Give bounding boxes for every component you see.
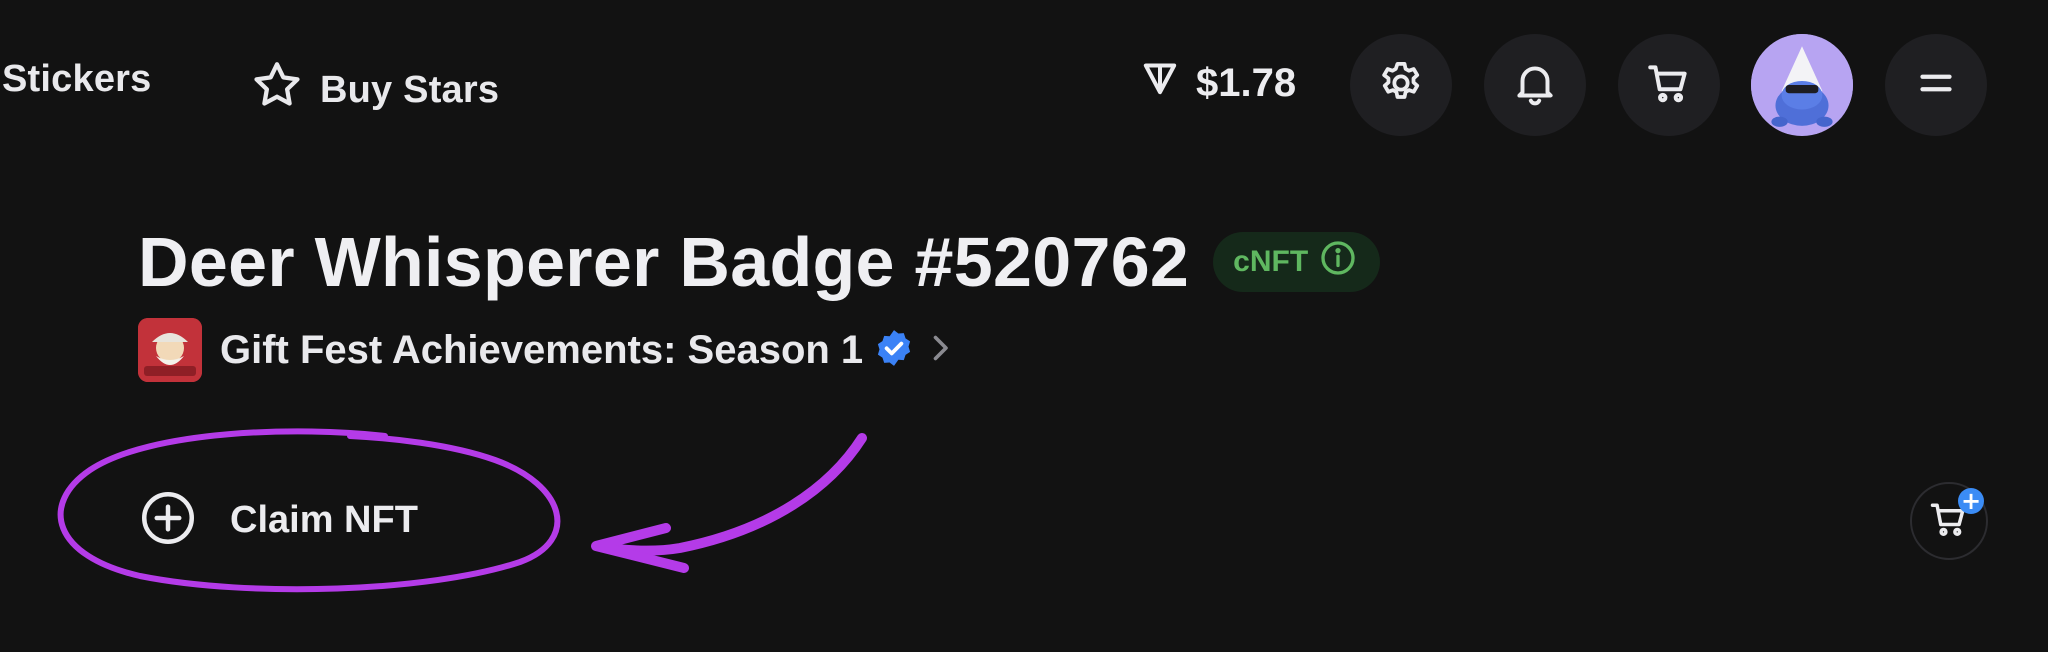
avatar [1751,34,1853,136]
cart-button[interactable] [1618,34,1720,136]
bell-icon [1510,58,1560,113]
chevron-right-icon [915,330,955,371]
balance-value: $1.78 [1196,60,1297,105]
collection-name: Gift Fest Achievements: Season 1 [220,327,864,372]
item-title-row: Deer Whisperer Badge #520762 cNFT [138,222,1381,302]
cnft-badge-label: cNFT [1233,245,1309,278]
cnft-badge[interactable]: cNFT [1213,232,1381,292]
cart-icon [1644,58,1694,113]
verified-icon [863,327,915,374]
star-icon [250,58,320,122]
add-badge-icon: + [1958,488,1984,514]
nav-buy-stars-link[interactable]: Buy Stars [250,58,499,122]
ton-icon [1140,58,1196,108]
gear-icon [1376,58,1426,113]
collection-thumbnail [138,318,202,382]
collection-link[interactable]: Gift Fest Achievements: Season 1 [138,318,955,382]
plus-circle-icon [138,488,230,553]
menu-icon [1911,58,1961,113]
annotation-arrow [593,433,867,556]
floating-cart-button[interactable]: + [1910,482,1988,560]
nav-stickers-link[interactable]: Stickers [2,58,151,101]
nav-buy-stars-label: Buy Stars [320,68,500,111]
menu-button[interactable] [1885,34,1987,136]
page-title: Deer Whisperer Badge #520762 [138,223,1190,301]
wallet-balance[interactable]: $1.78 [1140,58,1296,108]
page: Stickers Buy Stars $1.78 Deer Whisperer … [0,0,2048,652]
claim-nft-label: Claim NFT [230,499,418,541]
nav-stickers-label: Stickers [2,58,152,100]
info-icon [1308,238,1358,286]
annotation-arrowhead [591,523,689,573]
settings-button[interactable] [1350,34,1452,136]
claim-nft-button[interactable]: Claim NFT [138,488,418,553]
notifications-button[interactable] [1484,34,1586,136]
profile-avatar-button[interactable] [1751,34,1853,136]
